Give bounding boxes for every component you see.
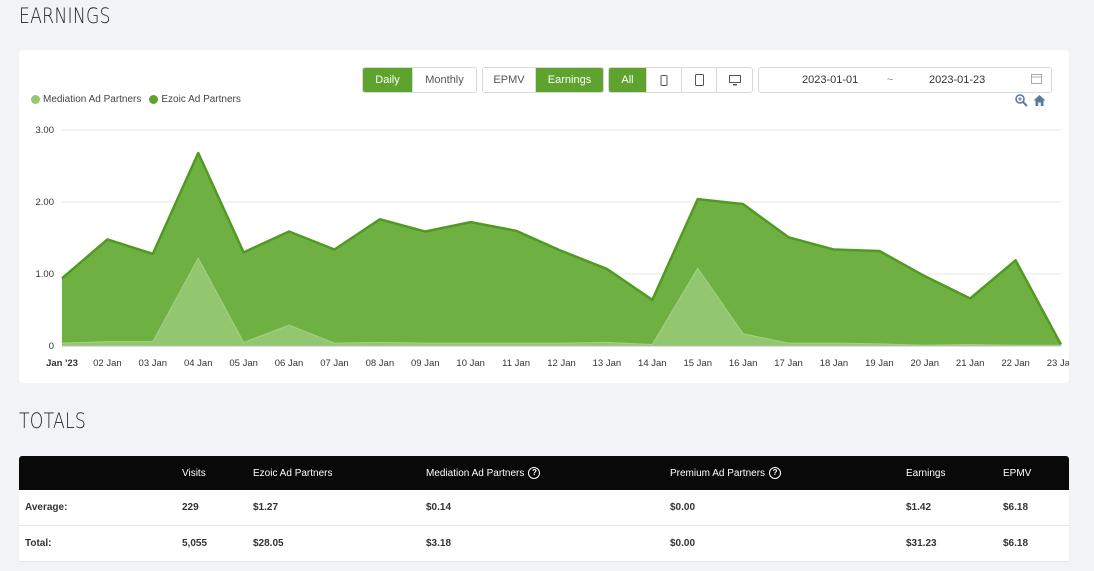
- table-row: Total: 5,055 $28.05 $3.18 $0.00 $31.23 $…: [19, 526, 1069, 562]
- row-label: Total:: [25, 538, 52, 549]
- row-label: Average:: [25, 502, 68, 513]
- header-mediation: Mediation Ad Partners ?: [426, 456, 541, 490]
- header-ezoic: Ezoic Ad Partners: [253, 467, 333, 479]
- help-icon[interactable]: ?: [528, 467, 541, 479]
- earnings-card: Daily Monthly EPMV Earnings All 2023-01-…: [19, 50, 1069, 383]
- earnings-title: EARNINGS: [19, 4, 111, 28]
- x-tick-label: 02 Jan: [93, 358, 122, 369]
- header-epmv: EPMV: [1003, 467, 1032, 479]
- x-tick-label: 11 Jan: [502, 358, 530, 369]
- x-tick-label: Jan '23: [46, 358, 78, 369]
- earnings-chart: 0 1.00 2.00 3.00 Jan '23 02 Jan 03 Jan 04 Jan 05…: [36, 125, 1070, 369]
- x-tick-label: 17 Jan: [774, 358, 803, 369]
- table-row: Average: 229 $1.27 $0.14 $0.00 $1.42 $6.…: [19, 490, 1069, 526]
- x-tick-label: 08 Jan: [366, 358, 395, 369]
- x-tick-label: 19 Jan: [865, 358, 894, 369]
- header-visits: Visits: [182, 467, 206, 479]
- x-tick-label: 07 Jan: [320, 358, 349, 369]
- y-tick-label: 2.00: [36, 197, 55, 208]
- table-header: Visits Ezoic Ad Partners Mediation Ad Pa…: [19, 456, 1069, 490]
- x-tick-label: 13 Jan: [593, 358, 622, 369]
- totals-table: Visits Ezoic Ad Partners Mediation Ad Pa…: [19, 456, 1069, 562]
- x-tick-label: 05 Jan: [229, 358, 258, 369]
- x-tick-label: 03 Jan: [139, 358, 168, 369]
- x-tick-label: 10 Jan: [456, 358, 485, 369]
- x-tick-label: 12 Jan: [547, 358, 576, 369]
- x-tick-label: 09 Jan: [411, 358, 440, 369]
- cell-ezoic: $1.27: [253, 502, 279, 513]
- cell-epmv: $6.18: [1003, 538, 1029, 549]
- x-tick-label: 16 Jan: [729, 358, 758, 369]
- cell-mediation: $3.18: [426, 538, 452, 549]
- x-tick-label: 04 Jan: [184, 358, 213, 369]
- totals-title: TOTALS: [19, 409, 87, 433]
- cell-epmv: $6.18: [1003, 502, 1029, 513]
- x-tick-label: 14 Jan: [638, 358, 667, 369]
- cell-earnings: $1.42: [906, 502, 932, 513]
- x-tick-label: 18 Jan: [820, 358, 849, 369]
- cell-premium: $0.00: [670, 502, 696, 513]
- header-premium-label: Premium Ad Partners: [670, 467, 766, 479]
- cell-visits: 229: [182, 502, 199, 513]
- cell-visits: 5,055: [182, 538, 208, 549]
- y-tick-label: 3.00: [36, 125, 55, 136]
- cell-premium: $0.00: [670, 538, 696, 549]
- cell-mediation: $0.14: [426, 502, 452, 513]
- header-earnings: Earnings: [906, 467, 946, 479]
- x-tick-label: 06 Jan: [275, 358, 304, 369]
- x-tick-label: 20 Jan: [911, 358, 940, 369]
- x-tick-label: 15 Jan: [683, 358, 712, 369]
- header-mediation-label: Mediation Ad Partners: [426, 467, 525, 479]
- x-tick-label: 23 Jan: [1047, 358, 1069, 369]
- cell-earnings: $31.23: [906, 538, 937, 549]
- x-tick-label: 22 Jan: [1001, 358, 1030, 369]
- y-tick-label: 0: [49, 341, 54, 352]
- cell-ezoic: $28.05: [253, 538, 284, 549]
- help-icon[interactable]: ?: [769, 467, 782, 479]
- y-tick-label: 1.00: [36, 269, 55, 280]
- header-premium: Premium Ad Partners ?: [670, 456, 782, 490]
- x-tick-label: 21 Jan: [956, 358, 985, 369]
